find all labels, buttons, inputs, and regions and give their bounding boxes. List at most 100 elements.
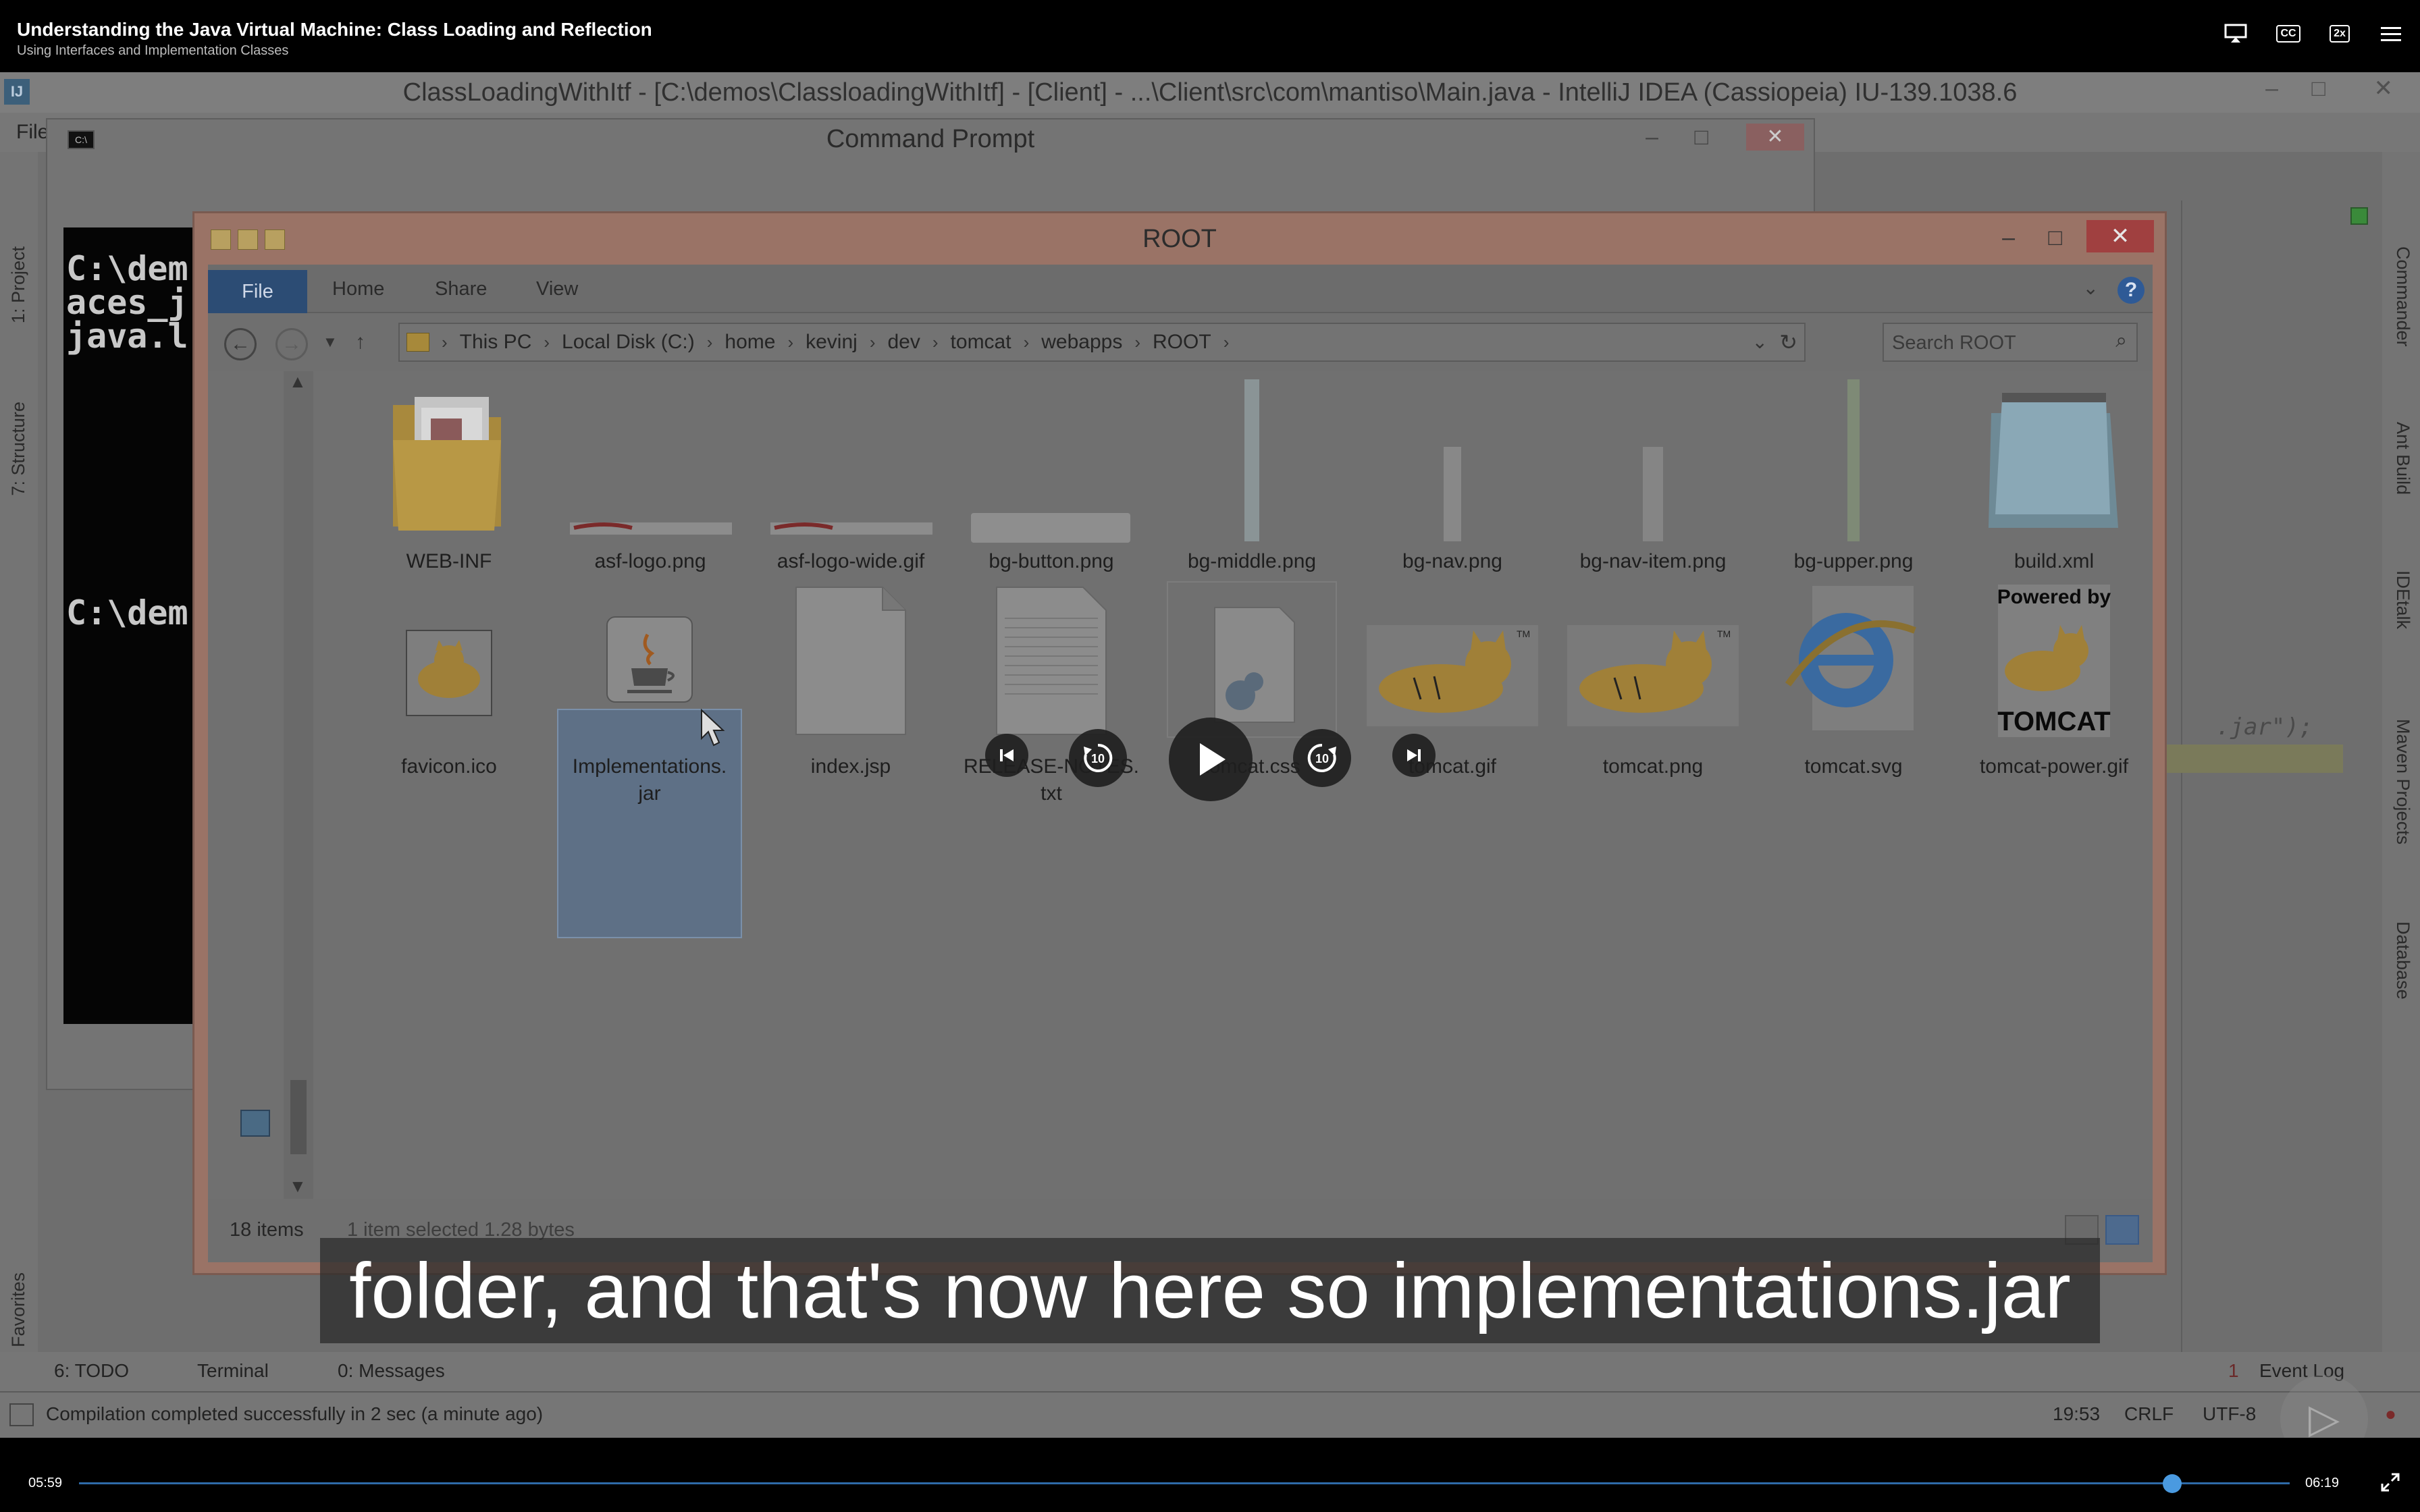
intellij-logo-icon: IJ xyxy=(4,79,30,105)
forward-icon: → xyxy=(275,328,308,360)
cursor-position: 19:53 xyxy=(2053,1403,2101,1424)
nav-scrollbar: ▲ ▼ xyxy=(284,371,313,1199)
item-count: 18 items xyxy=(230,1219,304,1241)
editor-divider xyxy=(2181,200,2182,1388)
menu-icon[interactable] xyxy=(2375,20,2406,47)
tab-share: Share xyxy=(435,278,488,300)
fullscreen-exit-icon[interactable] xyxy=(2379,1472,2401,1499)
explorer-title: ROOT xyxy=(1142,225,1217,253)
scroll-down-icon: ▼ xyxy=(289,1176,307,1196)
chevron-down-icon: ⌄ xyxy=(2082,277,2099,298)
player-top-bar: Understanding the Java Virtual Machine: … xyxy=(0,0,2420,72)
tm-label: TM xyxy=(1717,628,1731,639)
image-thumbnail-icon xyxy=(1244,379,1259,541)
ie-icon xyxy=(1785,586,1916,730)
video-frame[interactable]: IJ ClassLoadingWithItf - [C:\demos\Class… xyxy=(0,72,2420,1438)
code-fragment: .jar"); xyxy=(2216,713,2313,740)
tomcat-icon: TM xyxy=(1567,625,1739,726)
file-encoding: UTF-8 xyxy=(2203,1403,2257,1424)
forward-seconds: 10 xyxy=(1315,752,1329,765)
file-item: bg-button.png xyxy=(959,371,1144,574)
module-title: Using Interfaces and Implementation Clas… xyxy=(17,43,289,58)
up-icon: ↑ xyxy=(355,331,365,353)
status-message: Compilation completed successfully in 2 … xyxy=(46,1403,544,1424)
menu-file: File xyxy=(16,121,49,143)
forward-10-button[interactable]: 10 xyxy=(1293,729,1351,787)
airplay-icon[interactable] xyxy=(2220,20,2251,47)
ide-tool-window-bar: 6: TODO Terminal 0: Messages 1 Event Log xyxy=(0,1352,2420,1391)
tool-tab-ant-build: Ant Build xyxy=(2393,422,2413,495)
folder-icon xyxy=(393,397,501,531)
file-name: index.jsp xyxy=(810,755,891,778)
file-item: WEB-INF xyxy=(357,371,542,574)
search-icon: ⌕ xyxy=(2115,329,2127,352)
file-name: tomcat.svg xyxy=(1804,755,1903,778)
help-icon: ? xyxy=(2118,277,2145,304)
java-jar-icon xyxy=(606,616,693,703)
refresh-icon: ↻ xyxy=(1779,330,1797,354)
file-name: build.xml xyxy=(2014,550,2095,572)
address-row: ← → ▼ ↑ › This PC › Local Disk (C:) › ho… xyxy=(208,313,2153,371)
chevron-down-icon: ⌄ xyxy=(1752,331,1768,352)
subtitle-caption: folder, and that's now here so implement… xyxy=(320,1238,2100,1343)
tm-label: TM xyxy=(1517,628,1530,639)
chevron-right-icon: › xyxy=(787,331,794,352)
player-bottom-bar: 05:59 06:19 xyxy=(0,1438,2420,1512)
scroll-thumb xyxy=(290,1080,307,1154)
tool-tab-structure: 7: Structure xyxy=(8,402,28,496)
tab-view: View xyxy=(536,278,579,300)
recent-chevron-icon: ▼ xyxy=(323,333,338,350)
console-line: C:\dem xyxy=(66,249,188,288)
breadcrumb-local-disk: Local Disk (C:) xyxy=(562,331,695,353)
file-name: bg-nav-item.png xyxy=(1579,550,1727,572)
error-icon: ● xyxy=(2385,1403,2396,1424)
rewind-10-button[interactable]: 10 xyxy=(1069,729,1127,787)
image-thumbnail-icon xyxy=(971,513,1130,543)
playback-speed-button[interactable]: 2x xyxy=(2324,20,2355,47)
tomcat-icon: TM xyxy=(1367,625,1538,726)
console-line: java.l xyxy=(66,317,188,356)
todo-num: 6 xyxy=(54,1360,65,1381)
file-item: bg-middle.png xyxy=(1159,371,1344,574)
back-icon: ← xyxy=(224,328,257,360)
close-icon: ✕ xyxy=(1746,124,1804,151)
ide-window-title: ClassLoadingWithItf - [C:\demos\Classloa… xyxy=(402,78,2018,107)
chevron-right-icon: › xyxy=(1134,331,1141,352)
file-item[interactable]: Implementations. jar xyxy=(557,574,742,805)
total-time: 06:19 xyxy=(2305,1476,2340,1490)
close-icon: ✕ xyxy=(2086,220,2154,252)
file-name: asf-logo-wide.gif xyxy=(777,550,925,572)
image-thumbnail-icon xyxy=(1847,379,1860,541)
file-name: tomcat.gif xyxy=(1408,755,1497,778)
progress-track[interactable] xyxy=(79,1482,2290,1484)
closed-captions-button[interactable]: CC xyxy=(2273,20,2304,47)
image-thumbnail-icon xyxy=(770,522,932,535)
chevron-right-icon: › xyxy=(1223,331,1230,352)
ide-left-tool-strip: 1: Project 7: Structure 2: Favorites xyxy=(0,152,38,1407)
file-item: Powered by TOMCAT tomcat-power.gif xyxy=(1962,574,2147,790)
next-clip-button[interactable] xyxy=(1392,734,1436,777)
image-thumbnail-icon xyxy=(1444,447,1461,541)
file-name: bg-middle.png xyxy=(1187,550,1317,572)
search-box: Search ROOT ⌕ xyxy=(1883,323,2138,362)
file-name: tomcat.png xyxy=(1602,755,1704,778)
tomcat-power-icon: Powered by TOMCAT xyxy=(1997,585,2111,737)
file-name: bg-button.png xyxy=(989,550,1114,572)
play-button[interactable] xyxy=(1169,718,1253,801)
powered-by-label: Powered by xyxy=(1997,586,2111,608)
file-name: bg-nav.png xyxy=(1402,550,1502,572)
file-item: tomcat.svg xyxy=(1761,574,1946,790)
maximize-icon: □ xyxy=(1694,124,1708,150)
breadcrumb-home: home xyxy=(725,331,776,353)
tool-tab-commander: Commander xyxy=(2393,246,2413,347)
speed-label: 2x xyxy=(2330,25,2350,43)
folder-icon xyxy=(406,333,429,352)
event-log-count: 1 xyxy=(2228,1360,2239,1381)
tomcat-icon xyxy=(406,630,492,716)
mouse-cursor-icon xyxy=(701,709,725,747)
previous-clip-button[interactable] xyxy=(985,734,1028,777)
ide-right-tool-strip: Commander Ant Build IDEtalk Maven Projec… xyxy=(2382,152,2420,1407)
progress-knob[interactable] xyxy=(2163,1474,2182,1493)
text-file-icon xyxy=(996,587,1107,735)
image-thumbnail-icon xyxy=(570,522,732,535)
